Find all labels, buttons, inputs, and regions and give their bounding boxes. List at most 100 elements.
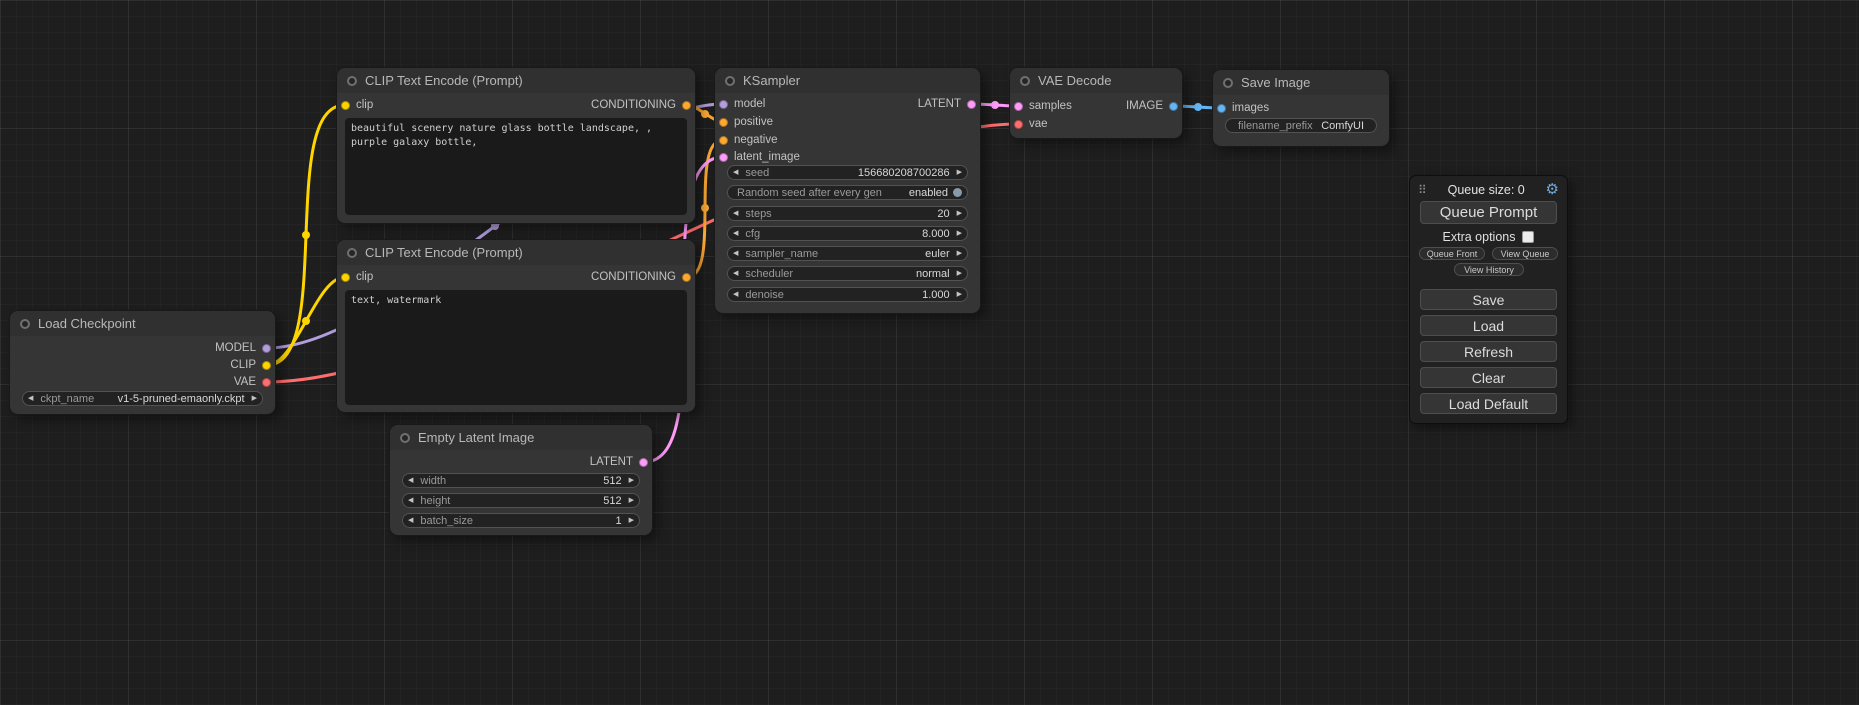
node-title: KSampler [743,73,800,88]
negative-prompt-textarea[interactable]: text, watermark [345,290,687,405]
input-label-vae: vae [1029,118,1048,130]
node-title: Save Image [1241,75,1310,90]
output-port-image[interactable] [1169,102,1178,111]
increment-arrow-icon[interactable]: ▶ [957,291,962,298]
decrement-arrow-icon[interactable]: ◀ [733,270,738,277]
widget-seed[interactable]: ◀ seed 156680208700286 ▶ [727,165,968,180]
increment-arrow-icon[interactable]: ▶ [629,477,634,484]
input-port-latent-image[interactable] [719,153,728,162]
widget-name: scheduler [745,268,916,280]
decrement-arrow-icon[interactable]: ◀ [408,477,413,484]
collapse-toggle-icon[interactable] [400,433,410,443]
node-ksampler[interactable]: KSampler model LATENT positive negative … [715,68,980,313]
input-row-negative: negative [715,133,777,147]
widget-value: 512 [603,495,621,507]
load-default-button[interactable]: Load Default [1420,393,1557,414]
decrement-arrow-icon[interactable]: ◀ [733,250,738,257]
collapse-toggle-icon[interactable] [347,76,357,86]
increment-arrow-icon[interactable]: ▶ [957,169,962,176]
widget-cfg[interactable]: ◀ cfg 8.000 ▶ [727,226,968,241]
decrement-arrow-icon[interactable]: ◀ [733,291,738,298]
widget-batch-size[interactable]: ◀ batch_size 1 ▶ [402,513,640,528]
node-clip-text-encode-negative[interactable]: CLIP Text Encode (Prompt) clip CONDITION… [337,240,695,412]
output-port-conditioning[interactable] [682,101,691,110]
increment-arrow-icon[interactable]: ▶ [957,270,962,277]
node-title-bar[interactable]: Save Image [1213,70,1389,95]
node-title-bar[interactable]: VAE Decode [1010,68,1182,93]
output-port-conditioning[interactable] [682,273,691,282]
widget-width[interactable]: ◀ width 512 ▶ [402,473,640,488]
output-port-clip[interactable] [262,361,271,370]
node-empty-latent-image[interactable]: Empty Latent Image LATENT ◀ width 512 ▶ … [390,425,652,535]
positive-prompt-textarea[interactable]: beautiful scenery nature glass bottle la… [345,118,687,215]
widget-scheduler[interactable]: ◀ scheduler normal ▶ [727,266,968,281]
extra-options-row: Extra options [1410,230,1567,244]
collapse-toggle-icon[interactable] [20,319,30,329]
node-save-image[interactable]: Save Image images filename_prefix ComfyU… [1213,70,1389,146]
menu-header: ⠿ Queue size: 0 ⚙ [1418,181,1559,198]
node-clip-text-encode-positive[interactable]: CLIP Text Encode (Prompt) clip CONDITION… [337,68,695,223]
drag-handle-icon[interactable]: ⠿ [1418,183,1427,197]
queue-prompt-button[interactable]: Queue Prompt [1420,201,1557,224]
decrement-arrow-icon[interactable]: ◀ [408,497,413,504]
wire-model-midpoint-dot [491,222,499,230]
node-title-bar[interactable]: KSampler [715,68,980,93]
increment-arrow-icon[interactable]: ▶ [957,230,962,237]
output-port-vae[interactable] [262,378,271,387]
save-button[interactable]: Save [1420,289,1557,310]
decrement-arrow-icon[interactable]: ◀ [733,210,738,217]
input-port-clip[interactable] [341,101,350,110]
node-title-bar[interactable]: CLIP Text Encode (Prompt) [337,68,695,93]
input-port-model[interactable] [719,100,728,109]
node-load-checkpoint[interactable]: Load Checkpoint MODEL CLIP VAE ◀ ckpt_na… [10,311,275,414]
widget-steps[interactable]: ◀ steps 20 ▶ [727,206,968,221]
view-history-button[interactable]: View History [1454,263,1524,276]
input-row-samples: samples [1010,99,1072,113]
decrement-arrow-icon[interactable]: ◀ [28,395,33,402]
node-title-bar[interactable]: Load Checkpoint [10,311,275,336]
output-port-latent[interactable] [967,100,976,109]
decrement-arrow-icon[interactable]: ◀ [733,230,738,237]
increment-arrow-icon[interactable]: ▶ [957,250,962,257]
input-port-images[interactable] [1217,104,1226,113]
collapse-toggle-icon[interactable] [1223,78,1233,88]
increment-arrow-icon[interactable]: ▶ [629,497,634,504]
toggle-knob-icon[interactable] [953,188,962,197]
wire-conditioning-negative-midpoint-dot [701,204,709,212]
collapse-toggle-icon[interactable] [347,248,357,258]
increment-arrow-icon[interactable]: ▶ [252,395,257,402]
decrement-arrow-icon[interactable]: ◀ [733,169,738,176]
collapse-toggle-icon[interactable] [1020,76,1030,86]
widget-sampler-name[interactable]: ◀ sampler_name euler ▶ [727,246,968,261]
widget-name: denoise [745,289,922,301]
output-port-latent[interactable] [639,458,648,467]
increment-arrow-icon[interactable]: ▶ [957,210,962,217]
node-title-bar[interactable]: CLIP Text Encode (Prompt) [337,240,695,265]
output-port-model[interactable] [262,344,271,353]
widget-random-seed-toggle[interactable]: Random seed after every gen enabled [727,185,968,200]
clear-button[interactable]: Clear [1420,367,1557,388]
increment-arrow-icon[interactable]: ▶ [629,517,634,524]
input-port-vae[interactable] [1014,120,1023,129]
settings-gear-icon[interactable]: ⚙ [1546,182,1559,197]
view-queue-button[interactable]: View Queue [1492,247,1558,260]
input-port-clip[interactable] [341,273,350,282]
input-port-samples[interactable] [1014,102,1023,111]
refresh-button[interactable]: Refresh [1420,341,1557,362]
queue-front-button[interactable]: Queue Front [1419,247,1485,260]
extra-options-checkbox[interactable] [1522,231,1534,243]
decrement-arrow-icon[interactable]: ◀ [408,517,413,524]
widget-filename-prefix[interactable]: filename_prefix ComfyUI [1225,118,1377,133]
widget-height[interactable]: ◀ height 512 ▶ [402,493,640,508]
extra-options-label: Extra options [1443,230,1516,244]
node-vae-decode[interactable]: VAE Decode samples IMAGE vae [1010,68,1182,138]
widget-value: 1.000 [922,289,950,301]
node-graph-canvas[interactable]: Load Checkpoint MODEL CLIP VAE ◀ ckpt_na… [0,0,1859,705]
collapse-toggle-icon[interactable] [725,76,735,86]
input-port-negative[interactable] [719,136,728,145]
load-button[interactable]: Load [1420,315,1557,336]
input-port-positive[interactable] [719,118,728,127]
node-title-bar[interactable]: Empty Latent Image [390,425,652,450]
widget-ckpt-name[interactable]: ◀ ckpt_name v1-5-pruned-emaonly.ckpt ▶ [22,391,263,406]
widget-denoise[interactable]: ◀ denoise 1.000 ▶ [727,287,968,302]
